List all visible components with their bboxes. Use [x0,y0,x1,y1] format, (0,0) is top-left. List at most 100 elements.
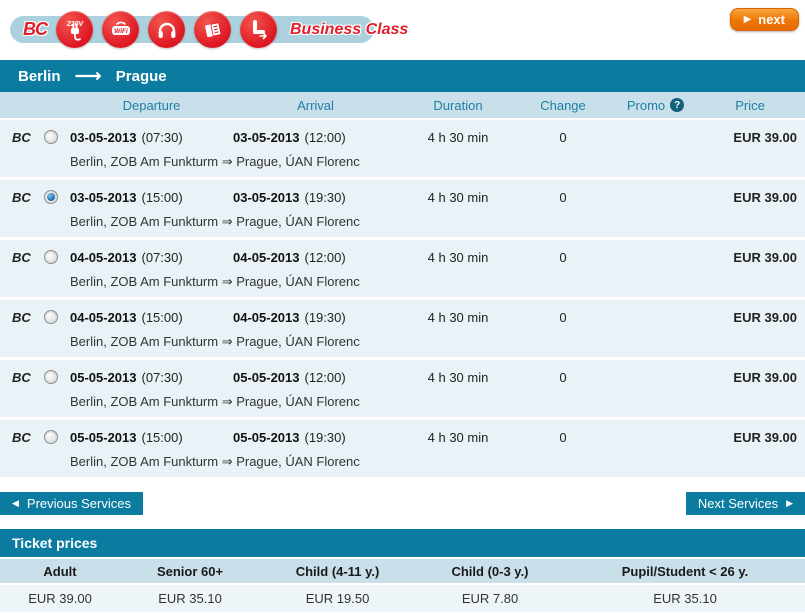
departure-time: (07:30) [142,370,183,385]
price-cell: EUR 39.00 [703,304,797,330]
row-bc-badge: BC [0,304,44,330]
arrival-cell: 04-05-2013 (12:00) [233,244,398,270]
arrival-time: (19:30) [305,190,346,205]
next-button[interactable]: ▶ next [730,8,799,31]
ticket-prices-headers: Adult Senior 60+ Child (4-11 y.) Child (… [0,557,805,585]
service-row: BC 03-05-2013 (15:00) 03-05-2013 (19:30)… [0,180,805,240]
departure-date: 03-05-2013 [70,190,137,205]
column-change: Change [518,98,608,113]
results-column-headers: Departure Arrival Duration Change Promo … [0,92,805,120]
departure-cell: 05-05-2013 (15:00) [70,424,233,450]
service-row: BC 03-05-2013 (07:30) 03-05-2013 (12:00)… [0,120,805,180]
fare-adult-price: EUR 39.00 [0,591,120,606]
arrival-cell: 03-05-2013 (19:30) [233,184,398,210]
fare-student-price: EUR 35.10 [565,591,805,606]
magazine-icon [194,11,231,48]
pagination: ◀ Previous Services Next Services ▶ [0,492,805,515]
duration-cell: 4 h 30 min [398,184,518,210]
ticket-prices-values: EUR 39.00 EUR 35.10 EUR 19.50 EUR 7.80 E… [0,585,805,612]
radio-button[interactable] [44,370,58,384]
radio-button[interactable] [44,430,58,444]
radio-button[interactable] [44,190,58,204]
previous-services-label: Previous Services [27,496,131,511]
radio-button[interactable] [44,130,58,144]
arrival-date: 04-05-2013 [233,310,300,325]
duration-cell: 4 h 30 min [398,364,518,390]
radio-button[interactable] [44,250,58,264]
arrival-cell: 05-05-2013 (12:00) [233,364,398,390]
departure-cell: 03-05-2013 (07:30) [70,124,233,150]
column-duration: Duration [398,98,518,113]
duration-cell: 4 h 30 min [398,244,518,270]
departure-cell: 05-05-2013 (07:30) [70,364,233,390]
fare-child4-11-price: EUR 19.50 [260,591,415,606]
arrival-time: (12:00) [305,370,346,385]
arrival-date: 05-05-2013 [233,370,300,385]
departure-date: 04-05-2013 [70,310,137,325]
arrival-time: (19:30) [305,430,346,445]
fare-adult-header: Adult [0,564,120,579]
fare-child0-3-price: EUR 7.80 [415,591,565,606]
bc-badge: BC [23,19,47,40]
route-header: Berlin ⟶ Prague [0,60,805,92]
next-services-label: Next Services [698,496,778,511]
arrival-cell: 03-05-2013 (12:00) [233,124,398,150]
route-stops: Berlin, ZOB Am Funkturm ⇒ Prague, ÚAN Fl… [70,210,797,233]
route-to: Prague [116,68,167,85]
row-bc-badge: BC [0,124,44,150]
price-cell: EUR 39.00 [703,424,797,450]
row-bc-badge: BC [0,364,44,390]
svg-text:WiFi: WiFi [114,27,128,34]
route-stops: Berlin, ZOB Am Funkturm ⇒ Prague, ÚAN Fl… [70,150,797,173]
column-departure: Departure [70,98,233,113]
row-bc-badge: BC [0,244,44,270]
previous-services-button[interactable]: ◀ Previous Services [0,492,143,515]
departure-time: (07:30) [142,250,183,265]
promo-cell [608,184,703,210]
arrival-date: 03-05-2013 [233,190,300,205]
change-cell: 0 [518,364,608,390]
row-bc-badge: BC [0,184,44,210]
ticket-prices-title: Ticket prices [0,529,805,557]
previous-arrow-icon: ◀ [12,499,19,508]
row-bc-badge: BC [0,424,44,450]
change-cell: 0 [518,304,608,330]
fare-senior-header: Senior 60+ [120,564,260,579]
power-socket-icon: 220V [56,11,93,48]
price-cell: EUR 39.00 [703,184,797,210]
arrival-time: (12:00) [305,130,346,145]
fare-child0-3-header: Child (0-3 y.) [415,564,565,579]
next-services-button[interactable]: Next Services ▶ [686,492,805,515]
arrival-date: 04-05-2013 [233,250,300,265]
business-class-label: Business Class [290,21,408,39]
promo-cell [608,124,703,150]
departure-time: (15:00) [142,430,183,445]
fare-senior-price: EUR 35.10 [120,591,260,606]
change-cell: 0 [518,424,608,450]
column-arrival: Arrival [233,98,398,113]
next-arrow-icon: ▶ [744,15,752,25]
headphones-icon [148,11,185,48]
column-promo: Promo [627,98,665,113]
route-stops: Berlin, ZOB Am Funkturm ⇒ Prague, ÚAN Fl… [70,450,797,473]
promo-cell [608,304,703,330]
promo-help-icon[interactable]: ? [670,98,684,112]
departure-time: (07:30) [142,130,183,145]
price-cell: EUR 39.00 [703,364,797,390]
fare-child4-11-header: Child (4-11 y.) [260,564,415,579]
departure-time: (15:00) [142,190,183,205]
departure-cell: 03-05-2013 (15:00) [70,184,233,210]
service-row: BC 04-05-2013 (15:00) 04-05-2013 (19:30)… [0,300,805,360]
route-stops: Berlin, ZOB Am Funkturm ⇒ Prague, ÚAN Fl… [70,390,797,413]
arrival-time: (12:00) [305,250,346,265]
route-arrow-icon: ⟶ [75,67,102,86]
arrival-cell: 05-05-2013 (19:30) [233,424,398,450]
fare-student-header: Pupil/Student < 26 y. [565,564,805,579]
duration-cell: 4 h 30 min [398,124,518,150]
radio-button[interactable] [44,310,58,324]
business-class-banner: BC 220V WiFi [10,16,374,43]
results-table: BC 03-05-2013 (07:30) 03-05-2013 (12:00)… [0,120,805,480]
arrival-date: 03-05-2013 [233,130,300,145]
change-cell: 0 [518,244,608,270]
next-button-label: next [758,12,785,27]
